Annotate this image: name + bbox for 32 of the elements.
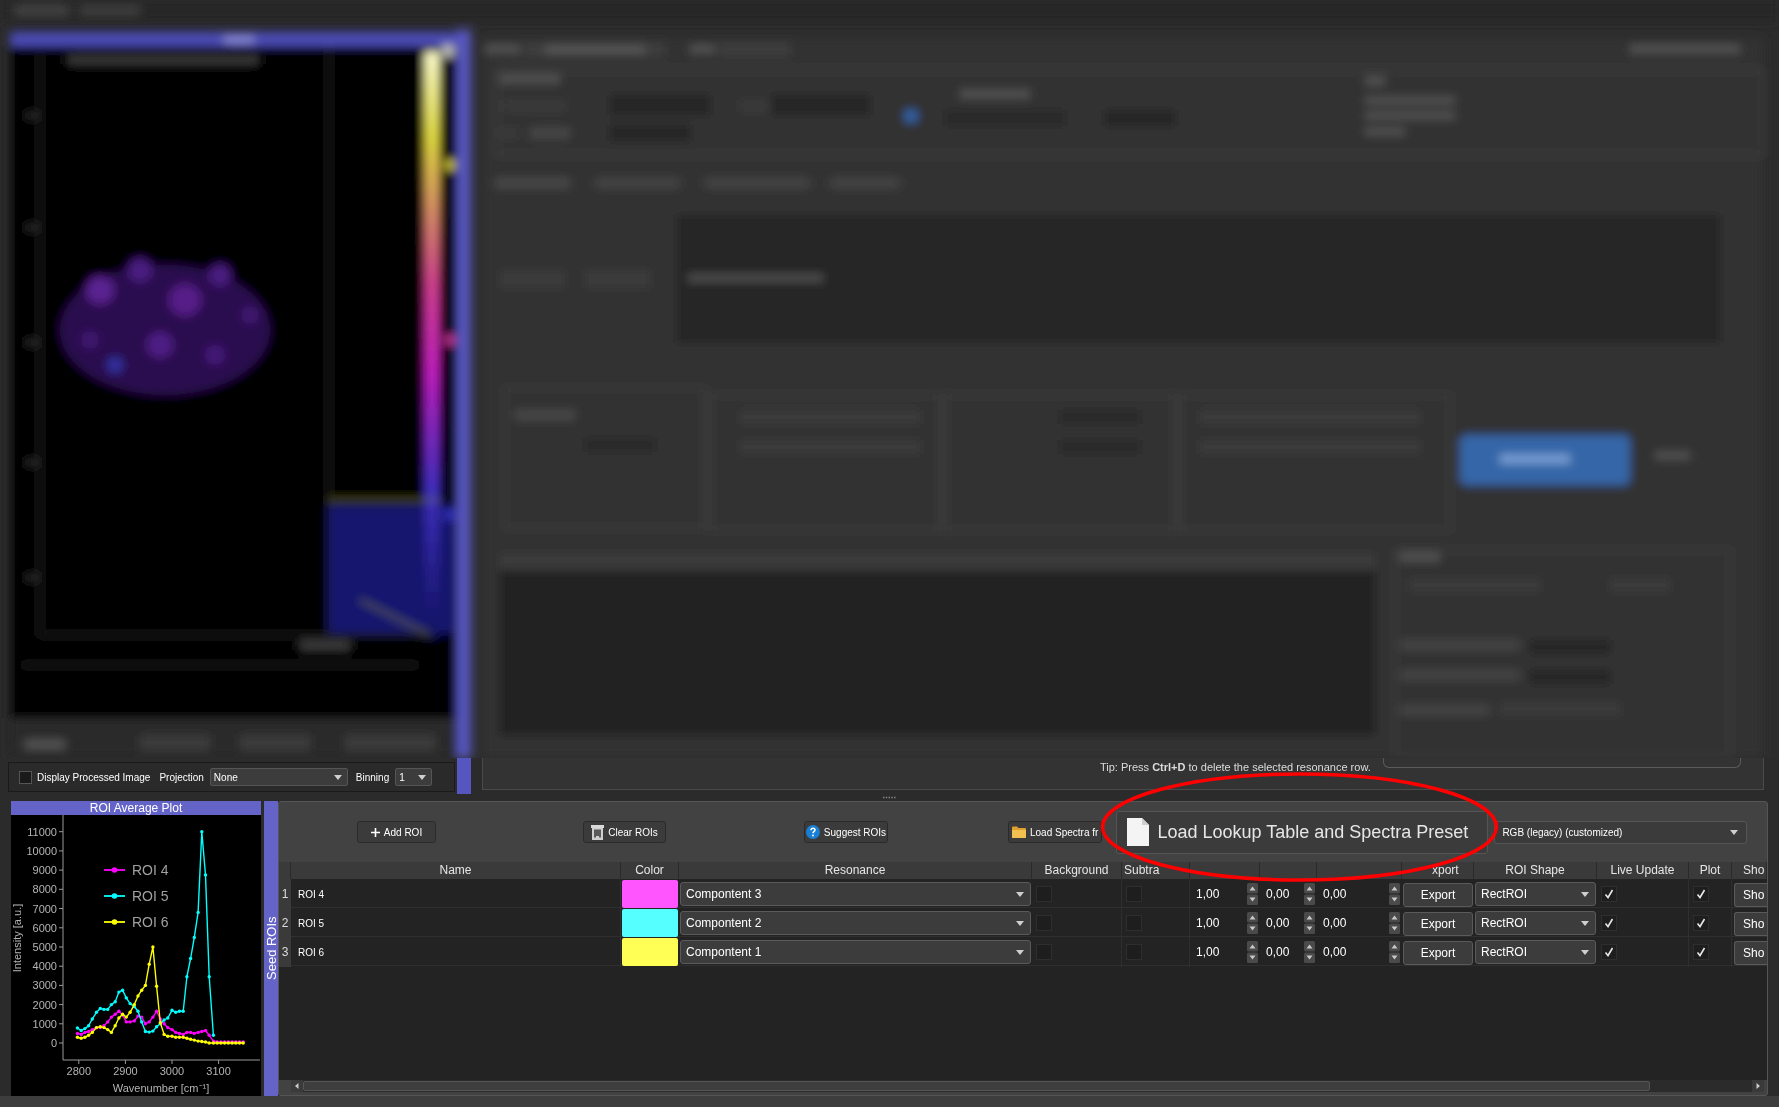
tick-label: 4000 <box>32 960 57 973</box>
legend-label: ROI 4 <box>132 862 169 878</box>
row-number: 1 <box>279 879 291 909</box>
field-label: Binning <box>355 770 390 785</box>
axis-title: Wavenumber [cm⁻¹] <box>112 1082 210 1094</box>
tip-text: Tip: Press Ctrl+D to delete the selected resonance row. <box>1100 760 1371 775</box>
row-number: 3 <box>279 937 291 967</box>
checkbox-label: Display Processed Image <box>37 770 151 785</box>
table-cell-text: ROI 6 <box>297 945 325 960</box>
tick-label: 1000 <box>32 1017 57 1030</box>
tick-label: 2800 <box>66 1065 92 1077</box>
tick-label: 10000 <box>26 844 57 857</box>
field-label: Projection <box>159 770 204 785</box>
axis-title: Intensity [a.u.] <box>11 903 23 973</box>
legend-label: ROI 6 <box>132 914 169 930</box>
panel-title: ROI Average Plot <box>11 801 261 815</box>
row-number: 2 <box>279 908 291 938</box>
tick-label: 5000 <box>32 941 57 953</box>
legend-label: ROI 5 <box>132 888 169 904</box>
tick-label: 8000 <box>32 883 57 896</box>
tick-label: 11000 <box>27 825 57 838</box>
tick-label: 3000 <box>159 1065 185 1077</box>
tick-label: 2900 <box>113 1065 138 1077</box>
tick-label: 3000 <box>32 979 57 992</box>
tick-label: 9000 <box>32 864 57 877</box>
tick-label: 2000 <box>32 998 57 1011</box>
table-cell-text: ROI 4 <box>297 887 325 902</box>
tick-label: 0 <box>50 1037 57 1049</box>
tick-label: 7000 <box>32 902 57 915</box>
table-cell-text: ROI 5 <box>297 916 325 931</box>
tick-label: 6000 <box>32 921 57 934</box>
tick-label: 3100 <box>206 1065 231 1077</box>
